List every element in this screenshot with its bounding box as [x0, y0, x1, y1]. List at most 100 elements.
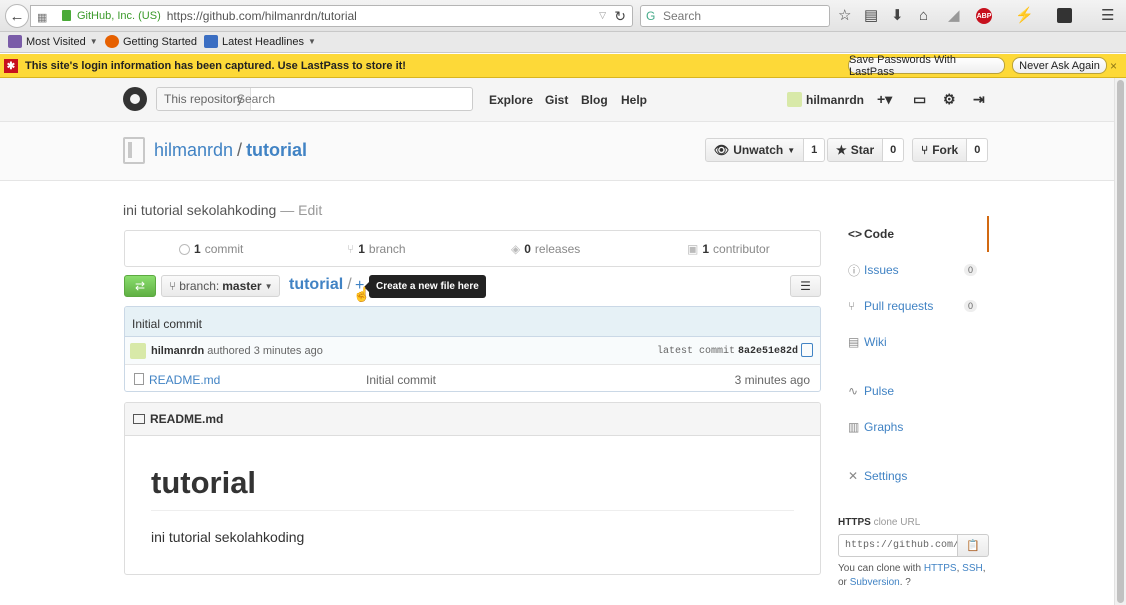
commit-sha-link[interactable]: 8a2e51e82d: [738, 346, 798, 357]
star-count[interactable]: 0: [883, 138, 905, 162]
bookmark-most-visited[interactable]: Most Visited ▼: [8, 35, 98, 48]
file-commit-message[interactable]: Initial commit: [366, 373, 436, 387]
back-button[interactable]: ←: [5, 4, 29, 28]
pulse-icon: ∿: [848, 384, 859, 398]
folder-icon: [8, 35, 22, 48]
clone-url-input[interactable]: [838, 534, 958, 557]
copy-clone-url-button[interactable]: 📋: [958, 534, 989, 557]
bookmarks-list-icon[interactable]: ▤: [864, 8, 878, 24]
repo-name-link[interactable]: tutorial: [246, 140, 307, 160]
compare-button[interactable]: ⇄: [124, 275, 156, 297]
repo-search[interactable]: This repository: [156, 87, 473, 111]
releases-link[interactable]: ◈ 0 releases: [511, 242, 580, 256]
sidebar-item-wiki[interactable]: ▤ Wiki: [838, 324, 989, 360]
branch-icon: ⑂: [347, 242, 355, 256]
github-logo-icon[interactable]: [123, 87, 147, 111]
sidebar-item-pull-requests[interactable]: ⑂ Pull requests 0: [838, 288, 989, 324]
watch-count[interactable]: 1: [804, 138, 826, 162]
fork-button[interactable]: ⑂ Fork: [912, 138, 968, 162]
issue-icon: ⓘ: [848, 263, 861, 278]
breadcrumb-root[interactable]: tutorial: [289, 276, 343, 293]
nav-explore[interactable]: Explore: [489, 93, 533, 107]
search-input[interactable]: [237, 89, 467, 109]
url-text[interactable]: https://github.com/hilmanrdn/tutorial: [167, 9, 357, 23]
scrollbar[interactable]: [1114, 78, 1126, 605]
https-clone-link[interactable]: HTTPS: [924, 563, 957, 574]
repo-owner-link[interactable]: hilmanrdn: [154, 140, 233, 160]
extension-icon[interactable]: ⚡: [1015, 8, 1034, 24]
scrollbar-thumb[interactable]: [1117, 80, 1124, 603]
fork-count[interactable]: 0: [967, 138, 989, 162]
breadcrumb: tutorial /: [289, 276, 352, 293]
repo-summary: 1 commit ⑂ 1 branch ◈ 0 releases ▣ 1 contributo…: [124, 230, 821, 267]
readme-panel: README.md tutorial ini tutorial sekolahk…: [124, 402, 821, 575]
reload-icon[interactable]: ↻: [614, 8, 626, 25]
commit-meta: hilmanrdn authored 3 minutes ago latest …: [125, 337, 820, 365]
subversion-clone-link[interactable]: Subversion: [850, 577, 900, 588]
never-ask-button[interactable]: Never Ask Again: [1012, 57, 1107, 74]
wiki-icon: ▤: [848, 335, 860, 349]
branches-link[interactable]: ⑂ 1 branch: [347, 242, 406, 256]
sidebar-item-issues[interactable]: ⓘ Issues 0: [838, 252, 989, 288]
clone-url-box: 📋: [838, 534, 989, 557]
file-link[interactable]: README.md: [149, 373, 220, 387]
gear-icon[interactable]: ⚙: [943, 91, 956, 108]
sidebar-item-settings[interactable]: ✕ Settings: [838, 458, 989, 494]
close-icon[interactable]: ×: [1110, 59, 1117, 73]
ssh-clone-link[interactable]: SSH: [962, 563, 983, 574]
bookmark-latest-headlines[interactable]: Latest Headlines ▼: [204, 35, 316, 48]
contributors-link[interactable]: ▣ 1 contributor: [687, 242, 770, 256]
repo-title: hilmanrdn / tutorial: [154, 140, 308, 160]
clone-url-label: HTTPS clone URL: [838, 517, 921, 528]
clipboard-icon[interactable]: [801, 343, 813, 357]
clone-help: You can clone with HTTPS, SSH, or Subver…: [838, 563, 986, 588]
graph-icon: ▥: [848, 420, 860, 434]
lock-icon: [62, 10, 71, 21]
send-icon[interactable]: ◢: [948, 8, 960, 24]
tag-icon: ◈: [511, 242, 521, 256]
new-file-tooltip: Create a new file here: [364, 275, 486, 298]
sidebar-item-code[interactable]: <> Code: [838, 216, 989, 252]
edit-description-link[interactable]: — Edit: [280, 202, 322, 218]
create-new-icon[interactable]: +▾: [877, 91, 892, 108]
nav-gist[interactable]: Gist: [545, 93, 568, 107]
unwatch-button[interactable]: 👁 Unwatch ▼: [705, 138, 805, 162]
menu-icon[interactable]: ☰: [1101, 8, 1114, 24]
file-age: 3 minutes ago: [734, 373, 810, 387]
branch-select[interactable]: ⑂ branch: master ▼: [161, 275, 280, 297]
adblock-icon[interactable]: ABP: [976, 8, 992, 24]
commit-author-link[interactable]: hilmanrdn: [151, 345, 204, 357]
branch-icon: ⑂: [169, 279, 177, 293]
user-menu[interactable]: hilmanrdn: [787, 92, 864, 107]
puzzle-icon[interactable]: [1057, 8, 1072, 23]
organization-icon: ▣: [687, 242, 699, 256]
lastpass-icon: ✱: [4, 59, 18, 73]
nav-help[interactable]: Help: [621, 93, 647, 107]
nav-blog[interactable]: Blog: [581, 93, 608, 107]
site-identity[interactable]: GitHub, Inc. (US): [77, 10, 161, 22]
save-passwords-button[interactable]: Save Passwords With LastPass: [848, 54, 1005, 78]
commits-link[interactable]: 1 commit: [179, 242, 243, 256]
divider: [151, 510, 794, 511]
list-view-button[interactable]: ☰: [790, 275, 821, 297]
star-button[interactable]: ★ Star: [827, 138, 884, 162]
home-icon[interactable]: ⌂: [919, 8, 928, 24]
list-icon: ☰: [800, 279, 811, 293]
sidebar-item-pulse[interactable]: ∿ Pulse: [838, 373, 989, 409]
browser-toolbar: ← ▦ GitHub, Inc. (US) https://github.com…: [0, 0, 1126, 32]
table-row: README.md Initial commit 3 minutes ago: [125, 365, 820, 391]
commit-title[interactable]: Initial commit: [125, 307, 820, 337]
bookmark-star-icon[interactable]: ☆: [838, 8, 851, 24]
search-engine-icon: G: [646, 9, 656, 23]
sign-out-icon[interactable]: ⇥: [973, 91, 985, 108]
chevron-down-icon: ▼: [787, 145, 796, 155]
question-icon[interactable]: ?: [905, 577, 911, 588]
dropdown-icon[interactable]: ▽: [599, 10, 606, 21]
download-icon[interactable]: ⬇: [891, 8, 904, 24]
repo-header: hilmanrdn / tutorial 👁 Unwatch ▼ 1 ★ Star 0 ⑂…: [0, 122, 1126, 181]
inbox-icon[interactable]: ▭: [913, 91, 926, 108]
bookmark-getting-started[interactable]: Getting Started: [105, 35, 197, 48]
browser-search-input[interactable]: G Search: [640, 5, 830, 27]
sidebar-item-graphs[interactable]: ▥ Graphs: [838, 409, 989, 445]
address-bar[interactable]: ▦ GitHub, Inc. (US) https://github.com/h…: [30, 5, 633, 27]
